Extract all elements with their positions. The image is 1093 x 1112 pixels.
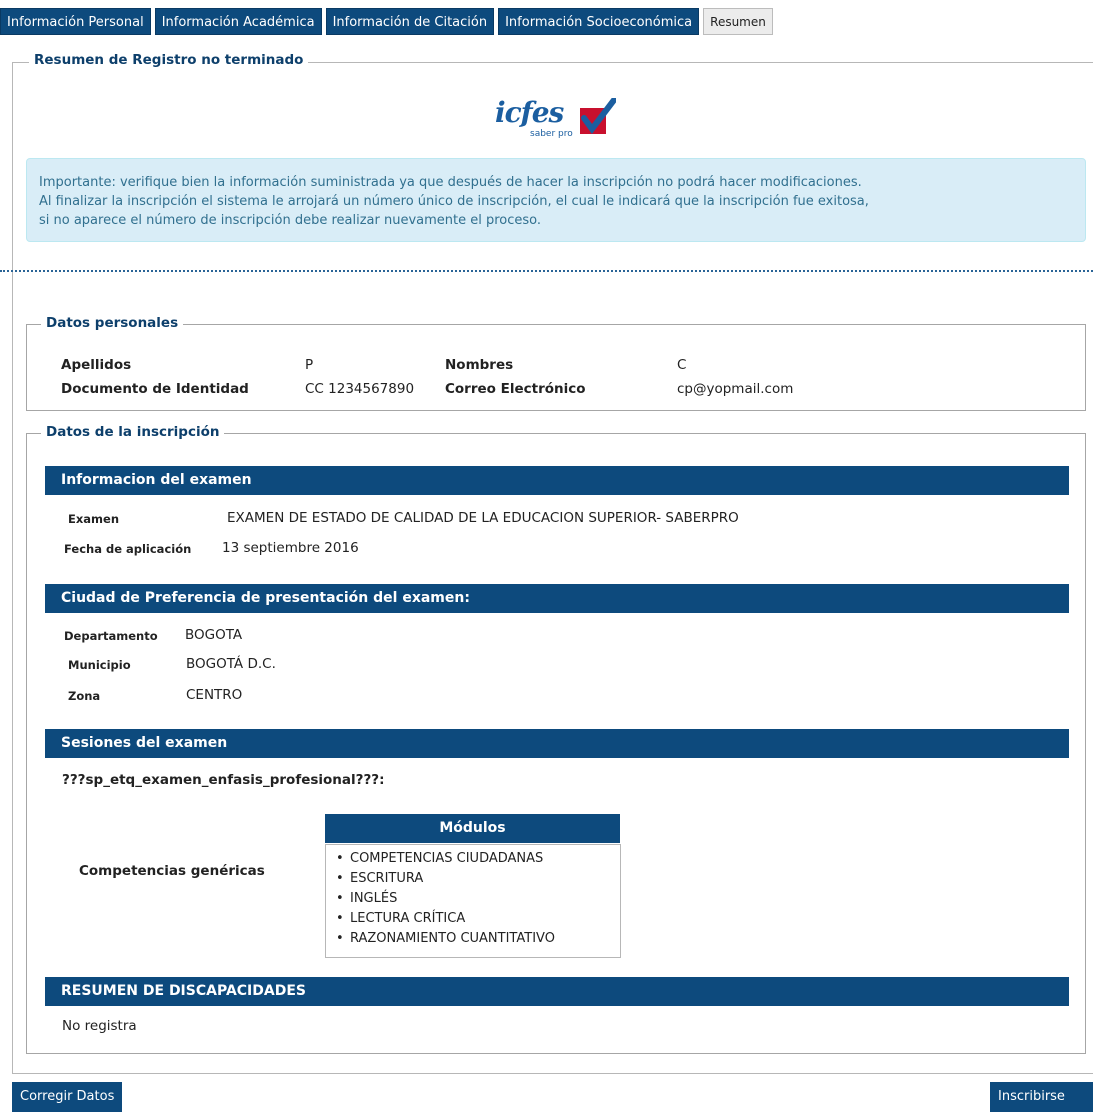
nombres-value: C bbox=[677, 357, 687, 373]
inscribirse-button[interactable]: Inscribirse bbox=[990, 1082, 1093, 1112]
tab-informacion-socioeconomica[interactable]: Información Socioeconómica bbox=[498, 8, 700, 35]
zona-value: CENTRO bbox=[186, 687, 243, 703]
sesiones-examen-header: Sesiones del examen bbox=[45, 729, 1069, 758]
datos-inscripcion-legend: Datos de la inscripción bbox=[41, 424, 225, 440]
documento-label: Documento de Identidad bbox=[61, 381, 249, 397]
icfes-logo: icfes saber pro bbox=[492, 96, 622, 146]
modulos-list: COMPETENCIAS CIUDADANAS ESCRITURA INGLÉS… bbox=[325, 844, 621, 958]
nombres-label: Nombres bbox=[445, 357, 514, 373]
corregir-datos-button[interactable]: Corregir Datos bbox=[12, 1082, 123, 1112]
examen-value: EXAMEN DE ESTADO DE CALIDAD DE LA EDUCAC… bbox=[227, 510, 739, 526]
resumen-discapacidades-header: RESUMEN DE DISCAPACIDADES bbox=[45, 977, 1069, 1006]
list-item: ESCRITURA bbox=[336, 869, 620, 889]
zona-label: Zona bbox=[68, 689, 101, 703]
competencias-label: Competencias genéricas bbox=[79, 863, 265, 879]
departamento-label: Departamento bbox=[64, 629, 158, 643]
datos-personales-legend: Datos personales bbox=[41, 315, 184, 331]
checkmark-logo-icon bbox=[580, 98, 616, 135]
municipio-label: Municipio bbox=[68, 658, 131, 672]
important-alert: Importante: verifique bien la informació… bbox=[26, 158, 1086, 242]
apellidos-label: Apellidos bbox=[61, 357, 132, 373]
list-item: COMPETENCIAS CIUDADANAS bbox=[336, 849, 620, 869]
list-item: RAZONAMIENTO CUANTITATIVO bbox=[336, 929, 620, 949]
alert-line-1: Importante: verifique bien la informació… bbox=[39, 175, 862, 190]
informacion-examen-header: Informacion del examen bbox=[45, 466, 1069, 495]
fecha-label: Fecha de aplicación bbox=[64, 542, 192, 556]
tab-informacion-personal[interactable]: Información Personal bbox=[0, 8, 151, 35]
fecha-value: 13 septiembre 2016 bbox=[222, 540, 359, 556]
correo-label: Correo Electrónico bbox=[445, 381, 586, 397]
alert-line-3: si no aparece el número de inscripción d… bbox=[39, 213, 542, 228]
logo-subtext: saber pro bbox=[530, 129, 573, 139]
modulos-header: Módulos bbox=[325, 814, 620, 843]
list-item: LECTURA CRÍTICA bbox=[336, 909, 620, 929]
discapacidades-value: No registra bbox=[62, 1018, 137, 1034]
alert-line-2: Al finalizar la inscripción el sistema l… bbox=[39, 194, 869, 209]
municipio-value: BOGOTÁ D.C. bbox=[186, 656, 276, 672]
list-item: INGLÉS bbox=[336, 889, 620, 909]
departamento-value: BOGOTA bbox=[185, 627, 243, 643]
registro-legend: Resumen de Registro no terminado bbox=[29, 52, 309, 68]
tab-informacion-academica[interactable]: Información Académica bbox=[154, 8, 322, 35]
tab-resumen[interactable]: Resumen bbox=[703, 8, 773, 35]
enfasis-profesional-label: ???sp_etq_examen_enfasis_profesional???: bbox=[62, 772, 385, 788]
logo-text: icfes bbox=[495, 96, 564, 129]
apellidos-value: P bbox=[305, 357, 314, 373]
examen-label: Examen bbox=[68, 512, 120, 526]
ciudad-preferencia-header: Ciudad de Preferencia de presentación de… bbox=[45, 584, 1069, 613]
datos-personales-box: Datos personales bbox=[26, 315, 1086, 411]
documento-value: CC 1234567890 bbox=[305, 381, 415, 397]
correo-value: cp@yopmail.com bbox=[677, 381, 794, 397]
tab-bar: Información Personal Información Académi… bbox=[0, 8, 773, 35]
tab-informacion-citacion[interactable]: Información de Citación bbox=[325, 8, 495, 35]
section-divider bbox=[0, 270, 1093, 272]
